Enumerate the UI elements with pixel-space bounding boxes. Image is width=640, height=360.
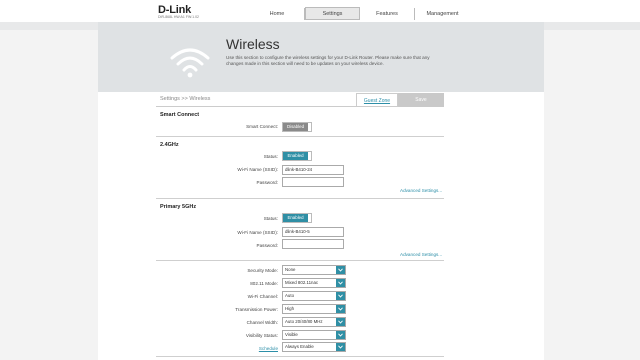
band5-advanced-link[interactable]: Advanced Settings... [400, 252, 442, 257]
smart-connect-state: Disabled [283, 123, 308, 131]
channel-width-select[interactable]: Auto 20/40/80 MHz [282, 317, 346, 327]
guest-zone-button[interactable]: Guest Zone [356, 93, 398, 107]
schedule-label-wrap: Schedule [168, 346, 278, 351]
security-mode-select[interactable]: None [282, 265, 346, 275]
chevron-down-icon [336, 343, 345, 351]
transmission-power-select[interactable]: High [282, 304, 346, 314]
band5-status-label: Status: [263, 216, 278, 221]
band5-password-input[interactable] [282, 239, 344, 249]
mode-80211-value: Mixed 802.11nac [285, 280, 319, 285]
band5-password-label: Password: [256, 243, 278, 248]
divider [156, 260, 444, 261]
chevron-down-icon [336, 318, 345, 326]
smart-connect-label: Smart Connect: [246, 124, 278, 129]
schedule-select[interactable]: Always Enable [282, 342, 346, 352]
band24-title: 2.4GHz [160, 142, 179, 148]
nav-features[interactable]: Features [360, 8, 415, 20]
band24-password-input[interactable] [282, 177, 344, 187]
transmission-power-value: High [285, 306, 295, 311]
chevron-down-icon [336, 292, 345, 300]
band5-ssid-label: Wi-Fi Name (SSID): [237, 230, 278, 235]
wifi-channel-select[interactable]: Auto [282, 291, 346, 301]
band24-status-toggle[interactable]: Enabled [282, 151, 312, 161]
band24-ssid-label: Wi-Fi Name (SSID): [237, 167, 278, 172]
band5-title: Primary 5GHz [160, 204, 197, 210]
security-mode-label: Security Mode: [247, 268, 278, 273]
header: D-Link DIR-868L HW:A1 FW:1.02 Home Setti… [0, 0, 640, 22]
channel-width-label: Channel Width: [246, 320, 278, 325]
visibility-status-select[interactable]: Visible [282, 330, 346, 340]
mode-80211-label: 802.11 Mode: [250, 281, 278, 286]
nav-management[interactable]: Management [415, 8, 470, 20]
visibility-status-value: Visible [285, 332, 298, 337]
nav-home[interactable]: Home [250, 8, 305, 20]
device-info: DIR-868L HW:A1 FW:1.02 [158, 15, 199, 19]
band5-status-toggle[interactable]: Enabled [282, 213, 312, 223]
band24-status-label: Status: [263, 154, 278, 159]
chevron-down-icon [336, 305, 345, 313]
smart-connect-title: Smart Connect [160, 112, 200, 118]
chevron-down-icon [336, 279, 345, 287]
band5-ssid-input[interactable]: dlink-B410-5 [282, 227, 344, 237]
divider [156, 136, 444, 137]
page-description: Use this section to configure the wirele… [226, 55, 430, 66]
band24-ssid-input[interactable]: dlink-B410-24 [282, 165, 344, 175]
mode-80211-select[interactable]: Mixed 802.11nac [282, 278, 346, 288]
left-margin [0, 0, 98, 360]
schedule-link[interactable]: Schedule [259, 346, 278, 351]
security-mode-value: None [285, 267, 296, 272]
divider [156, 198, 444, 199]
breadcrumb-row: Settings >> Wireless Guest Zone Save [156, 93, 444, 107]
right-margin [544, 0, 640, 360]
band24-status-state: Enabled [283, 152, 308, 160]
band5-status-state: Enabled [283, 214, 308, 222]
band24-password-label: Password: [256, 180, 278, 185]
band24-advanced-link[interactable]: Advanced Settings... [400, 188, 442, 193]
page-title: Wireless [226, 36, 280, 52]
wifi-channel-value: Auto [285, 293, 295, 298]
page: D-Link DIR-868L HW:A1 FW:1.02 Home Setti… [0, 0, 640, 360]
nav-settings[interactable]: Settings [305, 7, 360, 20]
smart-connect-toggle[interactable]: Disabled [282, 122, 312, 132]
chevron-down-icon [336, 331, 345, 339]
breadcrumb: Settings >> Wireless [160, 96, 211, 102]
schedule-value: Always Enable [285, 344, 314, 349]
channel-width-value: Auto 20/40/80 MHz [285, 319, 323, 324]
main-nav: Home Settings Features Management [250, 7, 470, 20]
visibility-status-label: Visibility Status: [245, 333, 278, 338]
transmission-power-label: Transmission Power: [235, 307, 278, 312]
save-button[interactable]: Save [398, 93, 444, 107]
divider [156, 356, 444, 357]
wifi-channel-label: Wi-Fi Channel: [247, 294, 278, 299]
wifi-icon [170, 48, 210, 78]
chevron-down-icon [336, 266, 345, 274]
